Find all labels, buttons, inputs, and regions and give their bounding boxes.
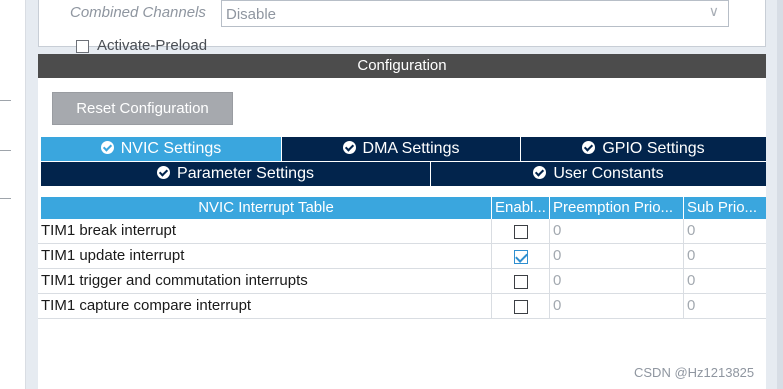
tree-connector: [0, 198, 11, 199]
interrupt-name: TIM1 break interrupt: [41, 219, 492, 244]
enabled-cell: [492, 294, 550, 319]
interrupt-name: TIM1 update interrupt: [41, 244, 492, 269]
combined-channels-label: Combined Channels: [70, 4, 206, 21]
tab-label: NVIC Settings: [120, 140, 222, 157]
activate-preload-label: Activate-Preload: [97, 37, 208, 54]
preemption-priority-value[interactable]: 0: [550, 219, 684, 244]
enable-checkbox[interactable]: [514, 275, 528, 289]
tree-connector: [0, 100, 11, 101]
tab-label: User Constants: [553, 165, 664, 182]
table-row[interactable]: TIM1 trigger and commutation interrupts …: [38, 269, 766, 294]
sub-priority-value[interactable]: 0: [684, 244, 766, 269]
check-circle-icon: [342, 141, 356, 154]
column-header-preemption-priority[interactable]: Preemption Prio...: [550, 197, 684, 219]
column-header-enabled[interactable]: Enabl...: [492, 197, 550, 219]
combined-channels-value: Disable: [226, 6, 277, 23]
configuration-header: Configuration: [38, 54, 766, 78]
table-row[interactable]: TIM1 update interrupt 0 0: [38, 244, 766, 269]
sub-priority-value[interactable]: 0: [684, 294, 766, 319]
tab-label: Parameter Settings: [177, 165, 314, 182]
enabled-cell: [492, 219, 550, 244]
chevron-down-icon: ∨: [708, 3, 719, 19]
column-header-interrupt-table[interactable]: NVIC Interrupt Table: [41, 197, 492, 219]
enable-checkbox[interactable]: [514, 300, 528, 314]
reset-configuration-button[interactable]: Reset Configuration: [52, 92, 233, 125]
mode-section: Combined Channels Disable ∨ Activate-Pre…: [38, 0, 766, 54]
preemption-priority-value[interactable]: 0: [550, 244, 684, 269]
tree-connector: [0, 150, 11, 151]
right-scroll-edge: [777, 0, 783, 389]
combined-channels-select[interactable]: Disable ∨: [221, 0, 729, 27]
sub-priority-value[interactable]: 0: [684, 219, 766, 244]
tab-nvic-settings[interactable]: NVIC Settings: [41, 137, 282, 161]
preemption-priority-value[interactable]: 0: [550, 294, 684, 319]
watermark: CSDN @Hz1213825: [634, 365, 755, 380]
interrupt-name: TIM1 capture compare interrupt: [41, 294, 492, 319]
tab-parameter-settings[interactable]: Parameter Settings: [41, 162, 431, 186]
tab-label: GPIO Settings: [602, 140, 705, 157]
tab-user-constants[interactable]: User Constants: [431, 162, 766, 186]
enabled-cell: [492, 244, 550, 269]
preemption-priority-value[interactable]: 0: [550, 269, 684, 294]
column-header-sub-priority[interactable]: Sub Prio...: [684, 197, 766, 219]
tab-gpio-settings[interactable]: GPIO Settings: [521, 137, 766, 161]
enable-checkbox[interactable]: [514, 225, 528, 239]
tab-label: DMA Settings: [362, 140, 460, 157]
activate-preload-checkbox[interactable]: [76, 40, 89, 53]
check-circle-icon: [533, 166, 547, 179]
check-circle-icon: [582, 141, 596, 154]
table-row[interactable]: TIM1 capture compare interrupt 0 0: [38, 294, 766, 319]
tab-dma-settings[interactable]: DMA Settings: [282, 137, 521, 161]
check-circle-icon: [157, 166, 171, 179]
interrupt-name: TIM1 trigger and commutation interrupts: [41, 269, 492, 294]
left-sidebar-strip: [0, 0, 26, 389]
enabled-cell: [492, 269, 550, 294]
enable-checkbox[interactable]: [514, 250, 528, 264]
table-row[interactable]: TIM1 break interrupt 0 0: [38, 219, 766, 244]
check-circle-icon: [100, 141, 114, 154]
sub-priority-value[interactable]: 0: [684, 269, 766, 294]
configuration-panel: Configuration Reset Configuration NVIC S…: [38, 54, 766, 389]
